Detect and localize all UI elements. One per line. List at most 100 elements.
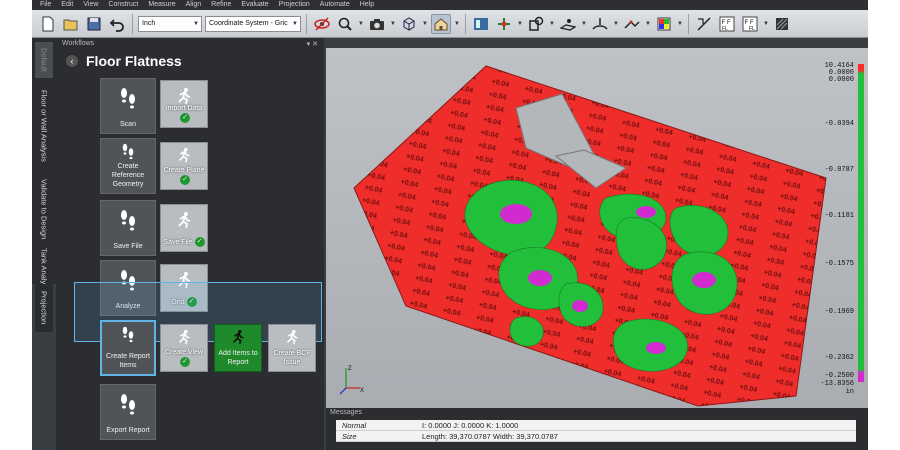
message-row: Normal I: 0.0000 J: 0.0000 K: 1.0000 <box>336 420 856 431</box>
back-button[interactable]: ‹ <box>66 55 78 67</box>
substep-card-create-plane[interactable]: Create Plane✓ <box>160 142 208 190</box>
message-value: Length: 39,370.0787 Width: 39,370.0787 <box>422 432 558 441</box>
dropdown-caret-icon[interactable]: ▼ <box>763 21 769 27</box>
step-label: Export Report <box>106 427 150 434</box>
step-label: Save File <box>113 243 143 250</box>
application-window: File Edit View Construct Measure Align R… <box>32 0 868 450</box>
3d-viewport[interactable]: +0.04 <box>326 38 868 408</box>
scale-label: -0.2500 <box>824 372 854 380</box>
align-arrows-icon <box>498 17 510 30</box>
coordinate-system-value: Coordinate System - Gric <box>209 19 288 27</box>
checkmark-icon: ✓ <box>194 237 205 247</box>
menu-evaluate[interactable]: Evaluate <box>241 0 268 10</box>
floor-slab-labels <box>354 66 826 406</box>
fl-icon: F FFL <box>742 16 758 32</box>
substep-card-create-bcf-issue[interactable]: Create BCF Issue <box>268 324 316 372</box>
checkmark-icon: ✓ <box>180 113 190 123</box>
camera-icon <box>370 18 384 30</box>
step-card-create-report-items[interactable]: Create Report Items <box>100 320 156 376</box>
dropdown-caret-icon[interactable]: ▼ <box>390 21 396 27</box>
coordinate-system-dropdown[interactable]: Coordinate System - Gric ▼ <box>205 15 301 32</box>
running-figure-icon <box>178 212 191 229</box>
scale-label: 0.0000 <box>828 76 854 84</box>
svg-text:FL: FL <box>749 26 755 32</box>
hide-button[interactable] <box>312 14 332 34</box>
tab-default[interactable]: Default <box>35 42 53 78</box>
footprints-icon <box>122 326 134 343</box>
menu-automate[interactable]: Automate <box>320 0 350 10</box>
flatness-fl-button[interactable]: F F FL <box>740 14 760 34</box>
menu-projection[interactable]: Projection <box>279 0 310 10</box>
construct-button[interactable] <box>526 14 546 34</box>
panel-controls[interactable]: ▾ ✕ <box>307 40 318 48</box>
menu-refine[interactable]: Refine <box>211 0 231 10</box>
substep-label: Import Data <box>165 105 203 112</box>
undo-button[interactable] <box>107 14 127 34</box>
open-folder-button[interactable] <box>61 14 81 34</box>
workflow-title-row: ‹ Floor Flatness <box>66 53 182 69</box>
messages-panel-label: Messages <box>330 409 362 416</box>
scale-label: -13.8356 <box>820 380 854 388</box>
substep-card-create-view[interactable]: Create View✓ <box>160 324 208 372</box>
menu-measure[interactable]: Measure <box>148 0 175 10</box>
dropdown-caret-icon[interactable]: ▼ <box>645 21 651 27</box>
point-plane-icon <box>560 18 576 31</box>
dropdown-caret-icon[interactable]: ▼ <box>613 21 619 27</box>
step-card-export-report[interactable]: Export Report <box>100 384 156 440</box>
dropdown-caret-icon[interactable]: ▼ <box>517 21 523 27</box>
menu-file[interactable]: File <box>40 0 51 10</box>
floor-deviation-map[interactable]: +0.04 <box>326 38 868 408</box>
running-figure-icon <box>178 147 190 163</box>
substep-label: Save File <box>163 238 193 246</box>
substep-card-import-data[interactable]: Import Data✓ <box>160 80 208 128</box>
hatched-block-icon <box>776 17 788 30</box>
message-value: I: 0.0000 J: 0.0000 K: 1.0000 <box>422 421 519 430</box>
menu-help[interactable]: Help <box>360 0 374 10</box>
align-button[interactable] <box>494 14 514 34</box>
tab-projection[interactable]: Projection <box>35 284 53 332</box>
running-figure-icon <box>178 329 190 345</box>
checkmark-icon: ✓ <box>180 175 190 185</box>
dropdown-caret-icon[interactable]: ▼ <box>358 21 364 27</box>
surface-button[interactable] <box>590 14 610 34</box>
tab-validate-to-design[interactable]: Validate to Design <box>35 174 53 244</box>
home-icon <box>434 17 448 30</box>
panel-layout-button[interactable] <box>471 14 491 34</box>
dropdown-caret-icon[interactable]: ▼ <box>581 21 587 27</box>
footprints-icon <box>121 88 135 109</box>
deviation-button[interactable] <box>622 14 642 34</box>
substep-card-add-items-to-report[interactable]: Add Items to Report <box>214 324 262 372</box>
substep-label: Create Plane <box>163 167 205 174</box>
new-file-button[interactable] <box>38 14 58 34</box>
color-map-button[interactable] <box>654 14 674 34</box>
step-card-scan[interactable]: Scan <box>100 78 156 134</box>
measure-button[interactable] <box>335 14 355 34</box>
units-dropdown[interactable]: Inch ▼ <box>138 15 202 32</box>
dropdown-caret-icon[interactable]: ▼ <box>549 21 555 27</box>
dropdown-caret-icon[interactable]: ▼ <box>677 21 683 27</box>
step-card-save-file[interactable]: Save File <box>100 200 156 256</box>
undo-icon <box>109 18 124 32</box>
tab-floor-or-wall-analysis[interactable]: Floor or Wall Analysis <box>35 80 53 172</box>
view-cube-button[interactable] <box>399 14 419 34</box>
more-tools-button[interactable] <box>772 14 792 34</box>
menu-construct[interactable]: Construct <box>108 0 138 10</box>
flatness-ff-button[interactable]: F F FL <box>717 14 737 34</box>
scale-label: -0.1181 <box>824 212 854 220</box>
dropdown-caret-icon[interactable]: ▼ <box>422 21 428 27</box>
capture-button[interactable] <box>367 14 387 34</box>
home-view-button[interactable] <box>431 13 451 34</box>
menu-view[interactable]: View <box>83 0 98 10</box>
workflows-panel: Workflows ▾ ✕ ‹ Floor Flatness Scan Impo… <box>56 38 324 450</box>
save-button[interactable] <box>84 14 104 34</box>
color-map-icon <box>657 17 671 30</box>
point-button[interactable] <box>558 14 578 34</box>
menu-align[interactable]: Align <box>186 0 202 10</box>
step-card-create-reference-geometry[interactable]: Create Reference Geometry <box>100 138 156 194</box>
section-button[interactable] <box>694 14 714 34</box>
dropdown-caret-icon[interactable]: ▼ <box>454 21 460 27</box>
substep-card-save-file[interactable]: Save File ✓ <box>160 204 208 252</box>
deviation-icon <box>624 20 640 29</box>
menu-edit[interactable]: Edit <box>61 0 73 10</box>
units-value: Inch <box>142 19 156 27</box>
